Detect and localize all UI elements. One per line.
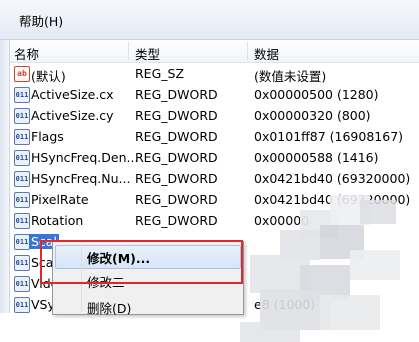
column-divider[interactable] bbox=[247, 42, 248, 60]
registry-value-row[interactable]: 011 HSyncFreq.Nu... REG_DWORD 0x0421bd40 (6… bbox=[10, 168, 419, 189]
value-name: Rotation bbox=[31, 213, 84, 228]
binary-value-icon: 011 bbox=[14, 108, 30, 124]
list-header: 名称 类型 数据 bbox=[10, 40, 419, 63]
value-data: 0x00000588 (1416) bbox=[254, 150, 379, 165]
column-header-data[interactable]: 数据 bbox=[254, 44, 279, 63]
binary-value-icon: 011 bbox=[14, 255, 30, 271]
binary-value-icon: 011 bbox=[14, 87, 30, 103]
value-type: REG_DWORD bbox=[135, 87, 218, 102]
binary-value-icon: 011 bbox=[14, 129, 30, 145]
value-type: REG_DWORD bbox=[135, 171, 218, 186]
column-divider[interactable] bbox=[128, 42, 129, 60]
value-data: 0x00000500 (1280) bbox=[254, 87, 379, 102]
binary-value-icon: 011 bbox=[14, 213, 30, 229]
tree-pane-edge[interactable] bbox=[0, 40, 10, 313]
binary-value-icon: 011 bbox=[14, 276, 30, 292]
value-name: PixelRate bbox=[31, 192, 89, 207]
annotation-highlight-box bbox=[40, 240, 243, 284]
registry-value-row[interactable]: 011 HSyncFreq.Den... REG_DWORD 0x00000588 (… bbox=[10, 147, 419, 168]
registry-value-row[interactable]: ab (默认) REG_SZ (数值未设置) bbox=[10, 63, 419, 84]
column-header-type[interactable]: 类型 bbox=[135, 44, 160, 63]
value-type: REG_DWORD bbox=[135, 192, 218, 207]
column-header-name[interactable]: 名称 bbox=[14, 44, 39, 63]
value-name: HSyncFreq.Nu... bbox=[31, 171, 131, 186]
value-type: REG_DWORD bbox=[135, 150, 218, 165]
value-data: (数值未设置) bbox=[254, 69, 327, 84]
value-data: 0x00000320 (800) bbox=[254, 108, 371, 123]
value-type: REG_DWORD bbox=[135, 213, 218, 228]
binary-value-icon: 011 bbox=[14, 150, 30, 166]
blur-mosaic bbox=[350, 250, 400, 280]
value-type: REG_SZ bbox=[135, 66, 185, 81]
value-name: HSyncFreq.Den... bbox=[31, 150, 139, 165]
blur-mosaic bbox=[240, 322, 300, 342]
binary-value-icon: 011 bbox=[14, 171, 30, 187]
registry-value-row[interactable]: 011 ActiveSize.cy REG_DWORD 0x00000320 (800… bbox=[10, 105, 419, 126]
value-type: REG_DWORD bbox=[135, 129, 218, 144]
value-type: REG_DWORD bbox=[135, 108, 218, 123]
value-name: ActiveSize.cy bbox=[31, 108, 114, 123]
binary-value-icon: 011 bbox=[14, 234, 30, 250]
menu-item-delete[interactable]: 删除(D) bbox=[87, 298, 131, 317]
menu-help[interactable]: 帮助(H) bbox=[19, 11, 63, 30]
binary-value-icon: 011 bbox=[14, 297, 30, 313]
value-data: 0x0101ff87 (16908167) bbox=[254, 129, 404, 144]
blur-mosaic bbox=[360, 200, 396, 224]
string-value-icon: ab bbox=[14, 66, 30, 82]
menu-bar: 帮助(H) bbox=[0, 0, 419, 40]
value-data: 0x0421bd40 (69320000) bbox=[254, 171, 411, 186]
value-name: Flags bbox=[31, 129, 64, 144]
binary-value-icon: 011 bbox=[14, 192, 30, 208]
value-name: (默认) bbox=[31, 69, 66, 84]
value-name: ActiveSize.cx bbox=[31, 87, 114, 102]
registry-value-row[interactable]: 011 ActiveSize.cx REG_DWORD 0x00000500 (128… bbox=[10, 84, 419, 105]
registry-value-row[interactable]: 011 Flags REG_DWORD 0x0101ff87 (16908167) bbox=[10, 126, 419, 147]
